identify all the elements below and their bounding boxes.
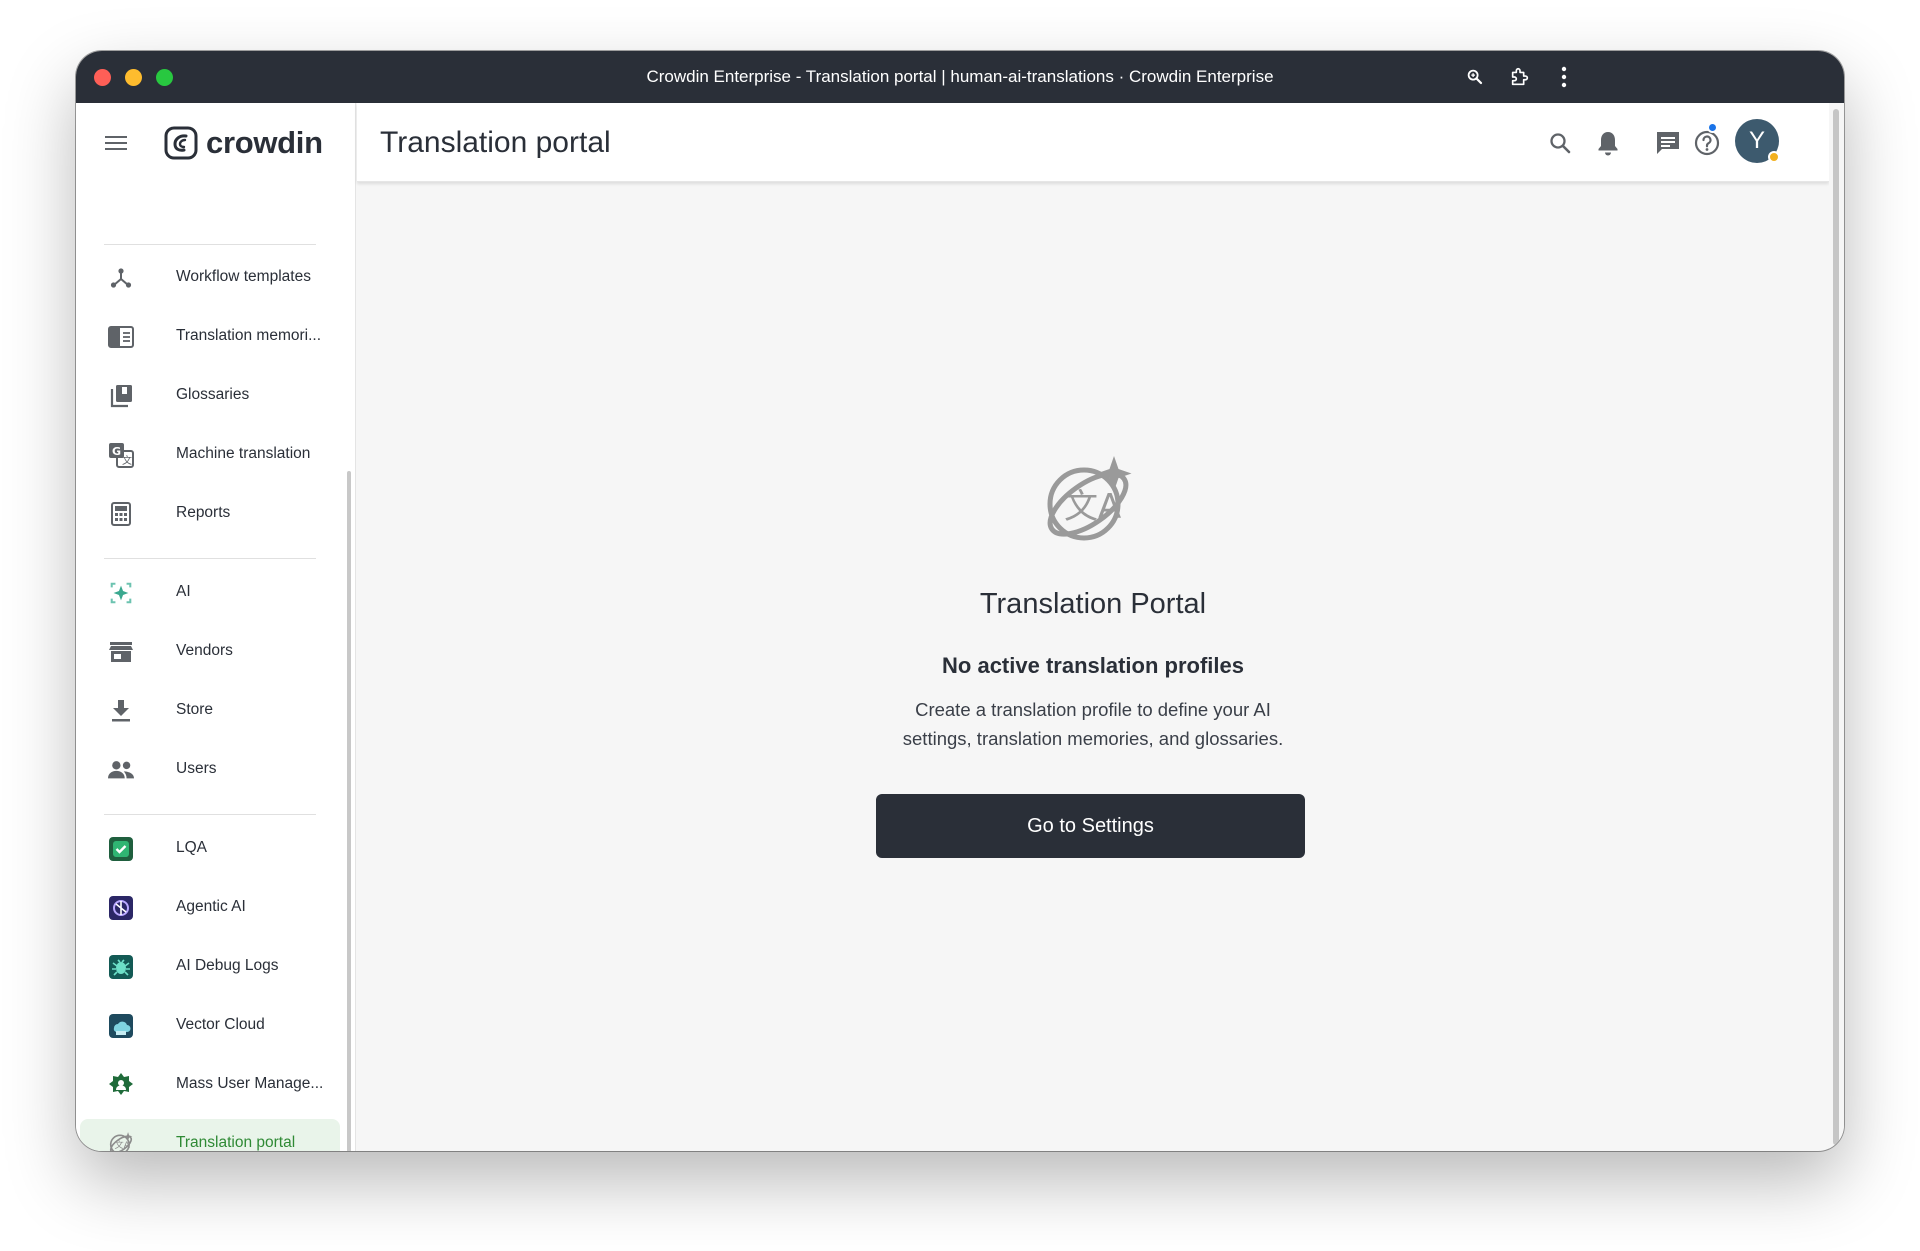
sidebar-divider [104, 814, 316, 815]
help-icon[interactable] [1693, 129, 1721, 157]
glossaries-icon [108, 383, 134, 409]
sidebar-divider [104, 244, 316, 245]
sidebar-item-glossaries[interactable]: Glossaries [80, 371, 340, 419]
sidebar-item-agentic-ai[interactable]: Agentic AI [80, 883, 340, 931]
sidebar-item-label: Workflow templates [176, 268, 311, 285]
sidebar-item-lqa[interactable]: LQA [80, 824, 340, 872]
window-title: Crowdin Enterprise - Translation portal … [646, 67, 1274, 86]
sidebar-item-label: Vendors [176, 642, 233, 659]
sidebar-item-label: LQA [176, 839, 208, 856]
translation-portal-icon: 文A [108, 1131, 134, 1151]
browser-window: Crowdin Enterprise - Translation portal … [76, 51, 1844, 1151]
sidebar-item-label: Agentic AI [176, 898, 246, 915]
sidebar-item-vector-cloud[interactable]: Vector Cloud [80, 1001, 340, 1049]
translation-memory-icon [108, 324, 134, 350]
reports-icon [108, 501, 134, 527]
page-header: Translation portal Y [357, 103, 1829, 182]
empty-state-description: Create a translation profile to define y… [902, 699, 1284, 749]
svg-text:文: 文 [122, 454, 132, 467]
sidebar-item-label: Vector Cloud [176, 1016, 265, 1033]
empty-state: 文A Translation Portal No active translat… [357, 182, 1829, 1151]
zoom-icon[interactable] [1462, 64, 1488, 90]
go-to-settings-button[interactable]: Go to Settings [876, 794, 1305, 858]
extensions-icon[interactable] [1507, 64, 1533, 90]
sidebar-item-label: Glossaries [176, 386, 250, 403]
logo-text: crowdin [206, 125, 323, 160]
more-options-icon[interactable] [1551, 64, 1577, 90]
sidebar-item-ai[interactable]: AI [80, 568, 340, 616]
sidebar-item-workflow-templates[interactable]: Workflow templates [80, 253, 340, 301]
sidebar-item-label: Translation memori... [176, 327, 321, 344]
sidebar-item-ai-debug-logs[interactable]: AI Debug Logs [80, 942, 340, 990]
svg-text:文A: 文A [115, 1139, 131, 1151]
svg-text:文A: 文A [1064, 487, 1121, 527]
sidebar-divider [104, 558, 316, 559]
crowdin-logo-icon [164, 126, 198, 160]
crowdin-logo[interactable]: crowdin [164, 123, 323, 163]
sidebar-item-label: Users [176, 760, 217, 777]
sidebar-item-label: Store [176, 701, 214, 718]
ai-icon [108, 580, 134, 606]
mass-user-management-icon [108, 1072, 134, 1098]
sidebar: crowdin Workflow templates Translation m… [76, 103, 356, 1151]
users-icon [108, 757, 134, 783]
sidebar-item-translation-portal[interactable]: 文A Translation portal [80, 1119, 340, 1151]
machine-translation-icon: G文 [108, 442, 134, 468]
status-badge [1768, 151, 1780, 163]
messages-icon[interactable] [1654, 129, 1682, 157]
workflow-icon [108, 265, 134, 291]
sidebar-scrollbar[interactable] [347, 471, 351, 1151]
sidebar-header: crowdin [76, 103, 356, 183]
vendors-icon [108, 639, 134, 665]
sidebar-item-label: Machine translation [176, 445, 311, 462]
sidebar-item-reports[interactable]: Reports [80, 489, 340, 537]
sidebar-item-label: AI Debug Logs [176, 957, 279, 974]
sidebar-item-users[interactable]: Users [80, 745, 340, 793]
sidebar-item-vendors[interactable]: Vendors [80, 627, 340, 675]
store-icon [108, 698, 134, 724]
sidebar-item-label: Reports [176, 504, 231, 521]
translation-portal-icon: 文A [1040, 454, 1136, 550]
sidebar-item-machine-translation[interactable]: G文 Machine translation [80, 430, 340, 478]
menu-icon[interactable] [104, 131, 128, 155]
sidebar-item-label: AI [176, 583, 191, 600]
notifications-bell-icon[interactable] [1594, 129, 1622, 157]
sidebar-item-label: Translation portal [176, 1134, 296, 1151]
sidebar-item-label: Mass User Manage... [176, 1075, 324, 1092]
sidebar-item-store[interactable]: Store [80, 686, 340, 734]
lqa-icon [108, 836, 134, 862]
vector-cloud-icon [108, 1013, 134, 1039]
agentic-ai-icon [108, 895, 134, 921]
empty-state-title: Translation Portal [979, 588, 1207, 620]
sidebar-item-translation-memories[interactable]: Translation memori... [80, 312, 340, 360]
notification-dot [1707, 122, 1718, 133]
svg-text:G: G [112, 445, 121, 458]
page-title: Translation portal [380, 126, 611, 159]
ai-debug-logs-icon [108, 954, 134, 980]
empty-state-subtitle: No active translation profiles [942, 653, 1244, 678]
search-icon[interactable] [1546, 129, 1574, 157]
sidebar-item-mass-user-management[interactable]: Mass User Manage... [80, 1060, 340, 1108]
window-titlebar: Crowdin Enterprise - Translation portal … [76, 51, 1844, 103]
main-scrollbar[interactable] [1833, 109, 1839, 1145]
